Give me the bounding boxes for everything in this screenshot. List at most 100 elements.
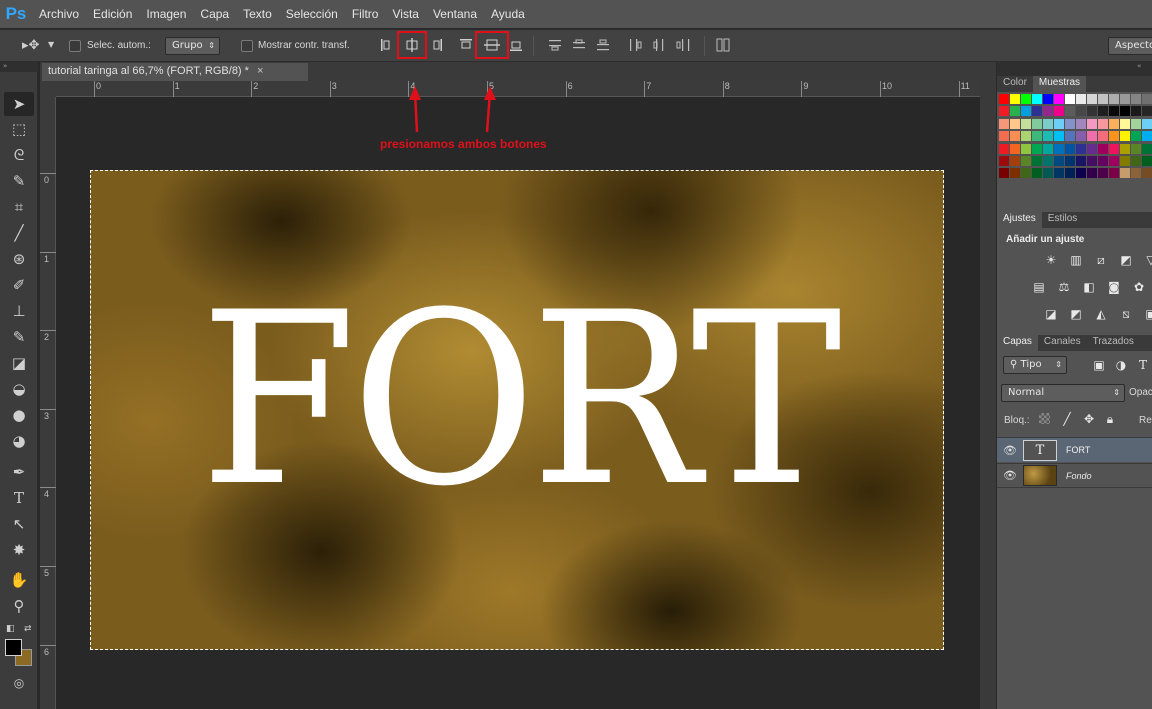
auto-select-checkbox[interactable] — [69, 40, 81, 52]
color-swatch[interactable] — [1120, 106, 1130, 117]
chevron-down-icon[interactable]: ▼ — [48, 40, 54, 49]
move-tool-icon[interactable]: ➤ — [4, 92, 34, 116]
color-swatch[interactable] — [1142, 106, 1152, 117]
color-swatch[interactable] — [1043, 156, 1053, 166]
color-swatch[interactable] — [1131, 94, 1141, 104]
color-swatch[interactable] — [1120, 168, 1130, 179]
distribute-center-icon[interactable] — [570, 36, 588, 54]
photoshop-logo[interactable]: Ps — [0, 0, 32, 28]
color-swatch[interactable] — [1087, 131, 1097, 142]
color-swatch[interactable] — [1120, 143, 1130, 154]
color-swatch[interactable] — [1021, 156, 1031, 166]
channel-mixer-adj-icon[interactable]: ✿ — [1131, 280, 1147, 294]
panel-collapse-icon[interactable]: « — [997, 62, 1152, 76]
color-swatch[interactable] — [1065, 168, 1075, 179]
color-swatch[interactable] — [1065, 118, 1075, 129]
color-swatch[interactable] — [1131, 168, 1141, 179]
color-swatch[interactable] — [1054, 143, 1064, 154]
marquee-tool-icon[interactable]: ⬚ — [4, 117, 34, 141]
tab-canales[interactable]: Canales — [1038, 335, 1087, 351]
history-brush-icon[interactable]: ✎ — [4, 325, 34, 349]
color-swatch[interactable] — [1142, 118, 1152, 129]
color-swatch[interactable] — [1021, 118, 1031, 129]
color-swatch[interactable] — [1109, 118, 1119, 129]
zoom-tool-icon[interactable]: ⚲ — [4, 594, 34, 618]
hand-tool-icon[interactable]: ✋ — [4, 568, 34, 592]
distribute-left-icon[interactable] — [626, 36, 644, 54]
tab-ajustes[interactable]: Ajustes — [997, 212, 1042, 228]
menu-seleccion[interactable]: Selección — [279, 7, 345, 21]
posterize-adj-icon[interactable]: ◩ — [1068, 307, 1084, 321]
color-swatch[interactable] — [1010, 156, 1020, 166]
color-swatch[interactable] — [1076, 106, 1086, 117]
color-swatch[interactable] — [1065, 94, 1075, 104]
lock-position-icon[interactable]: ✥ — [1081, 412, 1097, 426]
shape-tool-icon[interactable]: ✸ — [4, 538, 34, 562]
color-swatch[interactable] — [1098, 94, 1108, 104]
color-swatch[interactable] — [1076, 131, 1086, 142]
color-swatch[interactable] — [1065, 156, 1075, 166]
lock-transparent-icon[interactable] — [1039, 413, 1050, 424]
color-swatch[interactable] — [1010, 106, 1020, 117]
filter-type-icon[interactable]: T — [1135, 358, 1151, 372]
color-swatch[interactable] — [1043, 118, 1053, 129]
color-swatch[interactable] — [1087, 106, 1097, 117]
color-swatch[interactable] — [1021, 168, 1031, 179]
color-balance-adj-icon[interactable]: ⚖ — [1056, 280, 1072, 294]
color-swatch[interactable] — [1032, 94, 1042, 104]
color-swatch[interactable] — [1021, 131, 1031, 142]
color-swatch[interactable] — [1021, 106, 1031, 117]
hue-sat-adj-icon[interactable]: ▤ — [1031, 280, 1047, 294]
color-swatch[interactable] — [1076, 156, 1086, 166]
color-swatch[interactable] — [1032, 143, 1042, 154]
distribute-top-icon[interactable] — [546, 36, 564, 54]
color-swatch[interactable] — [1032, 131, 1042, 142]
eyedropper-tool-icon[interactable]: ╱ — [4, 221, 34, 245]
color-swatch[interactable] — [1043, 168, 1053, 179]
color-swatch[interactable] — [1109, 106, 1119, 117]
color-swatch[interactable] — [1010, 168, 1020, 179]
color-swatch[interactable] — [1065, 131, 1075, 142]
quick-select-tool-icon[interactable]: ✎ — [4, 169, 34, 193]
swatch-grid[interactable] — [997, 93, 1152, 181]
menu-ventana[interactable]: Ventana — [426, 7, 484, 21]
swap-colors-icon[interactable]: ⇄ — [24, 624, 32, 634]
color-swatch[interactable] — [1076, 94, 1086, 104]
tab-muestras[interactable]: Muestras — [1032, 76, 1087, 92]
color-swatch[interactable] — [1098, 156, 1108, 166]
layer-filter-select[interactable]: ⚲ Tipo ⇕ — [1003, 356, 1067, 374]
color-swatch[interactable] — [1109, 94, 1119, 104]
close-icon[interactable]: × — [257, 65, 263, 77]
color-swatch[interactable] — [1109, 156, 1119, 166]
color-swatch[interactable] — [999, 106, 1009, 117]
filter-adjustment-icon[interactable]: ◑ — [1113, 358, 1129, 372]
color-swatch[interactable] — [1043, 143, 1053, 154]
color-swatch[interactable] — [999, 131, 1009, 142]
exposure-adj-icon[interactable]: ◩ — [1118, 253, 1134, 267]
tab-capas[interactable]: Capas — [997, 335, 1038, 351]
color-swatch[interactable] — [1131, 106, 1141, 117]
menu-vista[interactable]: Vista — [385, 7, 425, 21]
color-swatch[interactable] — [1131, 118, 1141, 129]
menu-archivo[interactable]: Archivo — [32, 7, 86, 21]
color-swatch[interactable] — [1120, 118, 1130, 129]
lock-icon[interactable]: 🔒︎ — [1102, 412, 1118, 426]
color-swatch[interactable] — [999, 118, 1009, 129]
color-swatch[interactable] — [1043, 131, 1053, 142]
move-tool-preset-icon[interactable]: ▸✥ — [22, 38, 39, 53]
eye-icon[interactable]: 👁︎ — [997, 469, 1023, 482]
clone-stamp-icon[interactable]: ⊥ — [4, 299, 34, 323]
group-select[interactable]: Grupo ⇕ — [165, 37, 220, 55]
color-swatch[interactable] — [1120, 156, 1130, 166]
vibrance-adj-icon[interactable]: ▽ — [1143, 253, 1152, 267]
tab-estilos[interactable]: Estilos — [1042, 212, 1083, 228]
color-swatch[interactable] — [1087, 94, 1097, 104]
canvas-scroll-area[interactable] — [980, 81, 996, 709]
color-swatch[interactable] — [1109, 131, 1119, 142]
eraser-icon[interactable]: ◪ — [4, 351, 34, 375]
menu-imagen[interactable]: Imagen — [139, 7, 193, 21]
color-swatch[interactable] — [1054, 156, 1064, 166]
color-swatch[interactable] — [1087, 156, 1097, 166]
foreground-color-swatch[interactable] — [5, 639, 22, 656]
color-swatch[interactable] — [1010, 131, 1020, 142]
